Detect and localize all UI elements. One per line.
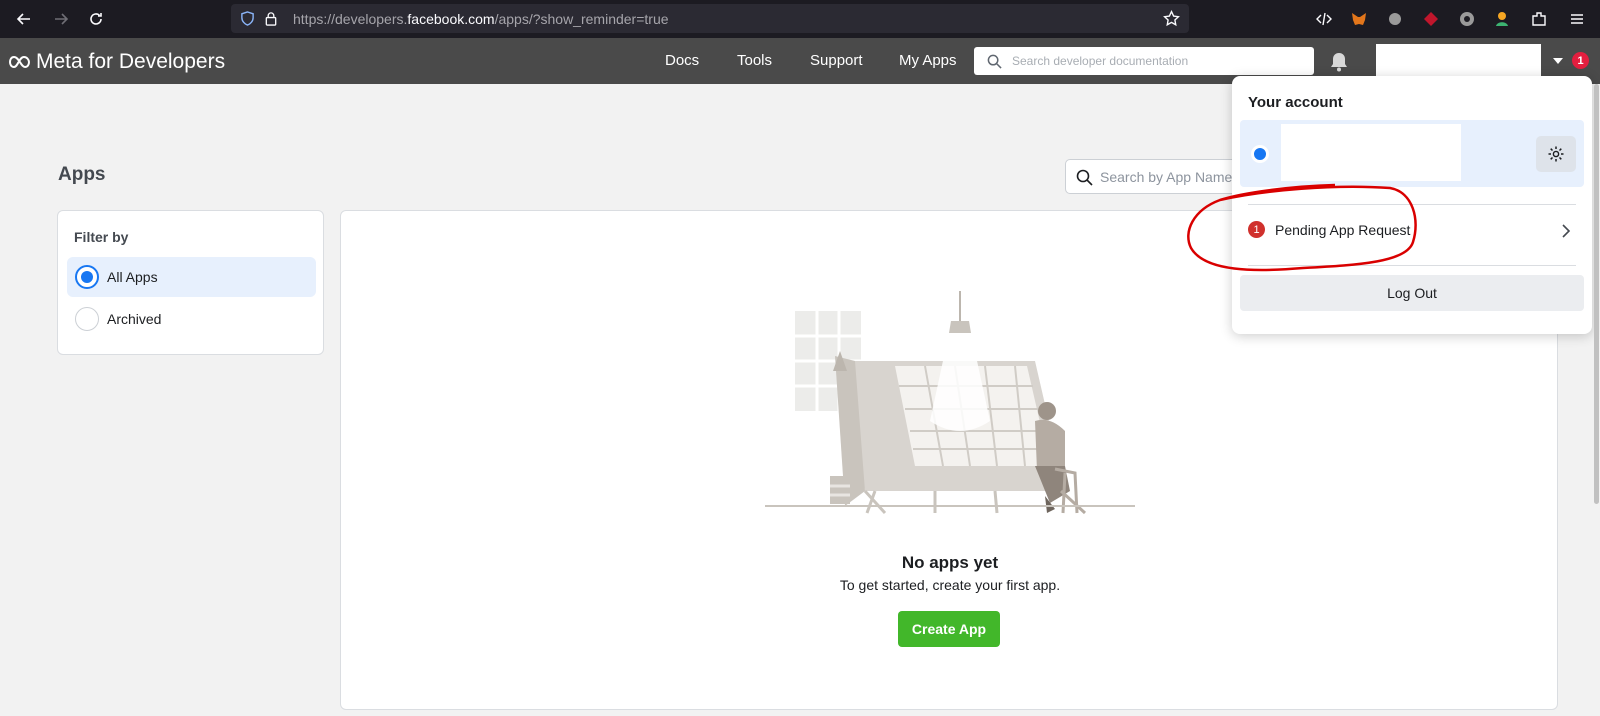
puzzle-extension-icon[interactable] [1386, 10, 1404, 28]
page-scrollbar[interactable] [1594, 84, 1599, 504]
devtools-icon[interactable] [1315, 10, 1333, 28]
divider [1248, 204, 1576, 205]
circle-extension-icon[interactable] [1458, 10, 1476, 28]
url-suffix: /apps/?show_reminder=true [494, 11, 669, 27]
radio-button[interactable] [75, 307, 99, 331]
url-bar[interactable]: https://developers.facebook.com/apps/?sh… [231, 4, 1189, 33]
red-extension-icon[interactable] [1422, 10, 1440, 28]
divider [1248, 265, 1576, 266]
gear-icon [1548, 146, 1564, 162]
filter-option-archived[interactable]: Archived [67, 299, 316, 339]
search-icon [1076, 169, 1093, 186]
bookmark-star-icon[interactable] [1163, 10, 1180, 27]
app-search-input[interactable] [1100, 167, 1240, 187]
forward-icon[interactable] [51, 9, 71, 29]
extensions-icon[interactable] [1530, 10, 1548, 28]
account-menu-title: Your account [1248, 94, 1343, 111]
hamburger-menu-icon[interactable] [1568, 10, 1586, 28]
account-settings-button[interactable] [1536, 136, 1576, 172]
filter-option-all-apps[interactable]: All Apps [67, 257, 316, 297]
empty-state-subtitle: To get started, create your first app. [839, 577, 1061, 593]
logo-text: Meta for Developers [36, 50, 226, 73]
nav-support[interactable]: Support [810, 52, 863, 69]
filter-title: Filter by [74, 229, 129, 245]
browser-toolbar: https://developers.facebook.com/apps/?sh… [0, 0, 1600, 38]
filter-option-label: All Apps [107, 269, 158, 285]
log-out-button[interactable]: Log Out [1240, 275, 1584, 311]
nav-docs[interactable]: Docs [665, 52, 699, 69]
docs-search-input[interactable] [1012, 51, 1302, 71]
notification-badge[interactable]: 1 [1572, 52, 1589, 69]
back-icon[interactable] [14, 9, 34, 29]
filter-panel: Filter by All Apps Archived [57, 210, 324, 355]
account-name-redacted [1281, 124, 1461, 181]
empty-state-title: No apps yet [901, 553, 999, 572]
empty-state-illustration [765, 291, 1135, 515]
url-prefix: https://developers. [293, 11, 408, 27]
caret-down-icon[interactable] [1552, 56, 1564, 66]
lock-icon[interactable] [264, 11, 278, 26]
url-domain: facebook.com [407, 11, 495, 27]
shield-icon[interactable] [240, 11, 255, 26]
page-title: Apps [58, 164, 106, 185]
meta-logo[interactable]: Meta for Developers [8, 50, 225, 74]
colorful-extension-icon[interactable] [1493, 10, 1511, 28]
search-icon [987, 54, 1002, 69]
metamask-extension-icon[interactable] [1350, 10, 1368, 28]
filter-option-label: Archived [107, 311, 162, 327]
pending-app-request-item[interactable]: 1 Pending App Request [1240, 216, 1584, 246]
pending-count-badge: 1 [1248, 221, 1265, 238]
url-text[interactable]: https://developers.facebook.com/apps/?sh… [293, 11, 669, 27]
bell-icon[interactable] [1328, 51, 1350, 73]
reload-icon[interactable] [86, 9, 106, 29]
meta-infinity-icon [8, 55, 31, 69]
pending-app-request-label: Pending App Request [1275, 222, 1411, 238]
docs-search[interactable] [974, 47, 1314, 75]
chevron-right-icon [1562, 224, 1571, 238]
selected-account-radio[interactable] [1252, 146, 1268, 162]
account-row[interactable] [1240, 120, 1584, 187]
nav-my-apps[interactable]: My Apps [899, 52, 957, 69]
app-search[interactable] [1065, 159, 1245, 194]
nav-tools[interactable]: Tools [737, 52, 772, 69]
account-dropdown: Your account 1 Pending App Request Log O… [1232, 76, 1592, 334]
radio-button[interactable] [75, 265, 99, 289]
create-app-button[interactable]: Create App [898, 611, 1000, 647]
